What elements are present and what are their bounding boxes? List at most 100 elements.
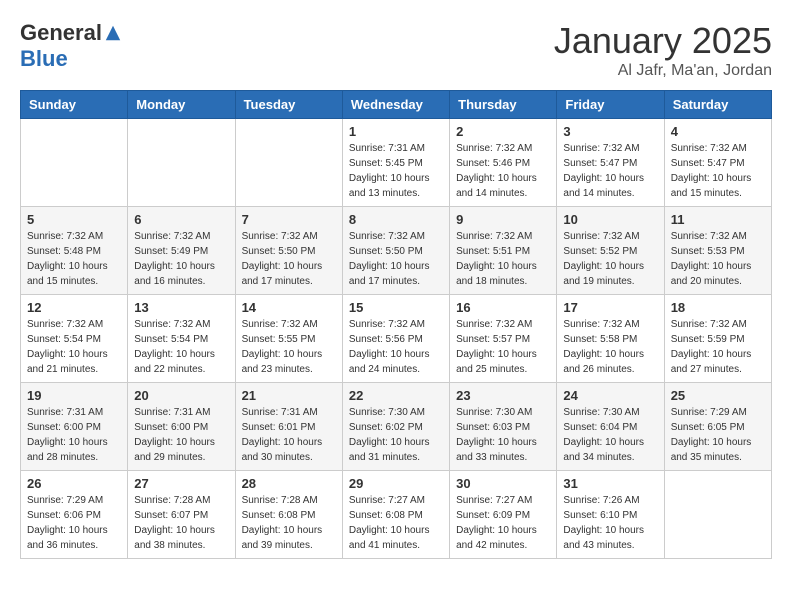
day-detail: Sunrise: 7:32 AM Sunset: 5:54 PM Dayligh… xyxy=(134,317,228,377)
day-detail: Sunrise: 7:32 AM Sunset: 5:51 PM Dayligh… xyxy=(456,229,550,289)
day-detail: Sunrise: 7:30 AM Sunset: 6:04 PM Dayligh… xyxy=(563,405,657,465)
header-monday: Monday xyxy=(128,91,235,119)
calendar-cell: 22Sunrise: 7:30 AM Sunset: 6:02 PM Dayli… xyxy=(342,383,449,471)
calendar-cell: 23 Sunrise: 7:30 AM Sunset: 6:03 PM Dayli… xyxy=(450,383,557,471)
day-number: 29 xyxy=(349,476,443,491)
day-detail: Sunrise: 7:29 AM Sunset: 6:05 PM Dayligh… xyxy=(671,405,765,465)
day-number: 13 xyxy=(134,300,228,315)
day-number: 5 xyxy=(27,212,121,227)
day-detail: Sunrise: 7:28 AM Sunset: 6:07 PM Dayligh… xyxy=(134,493,228,553)
day-detail: Sunrise: 7:31 AM Sunset: 5:45 PM Dayligh… xyxy=(349,141,443,201)
calendar-cell: 20 Sunrise: 7:31 AM Sunset: 6:00 PM Dayli… xyxy=(128,383,235,471)
day-number: 9 xyxy=(456,212,550,227)
page-header: General Blue January 2025 Al Jafr, Ma'an… xyxy=(20,20,772,80)
calendar-cell: 28 Sunrise: 7:28 AM Sunset: 6:08 PM Dayli… xyxy=(235,471,342,559)
calendar-cell: 24 Sunrise: 7:30 AM Sunset: 6:04 PM Dayli… xyxy=(557,383,664,471)
logo-blue-text: Blue xyxy=(20,46,68,72)
calendar-cell: 5 Sunrise: 7:32 AM Sunset: 5:48 PM Daylig… xyxy=(21,207,128,295)
calendar-cell: 2Sunrise: 7:32 AM Sunset: 5:46 PM Daylig… xyxy=(450,119,557,207)
day-detail: Sunrise: 7:32 AM Sunset: 5:56 PM Dayligh… xyxy=(349,317,443,377)
calendar-cell xyxy=(128,119,235,207)
header-tuesday: Tuesday xyxy=(235,91,342,119)
day-number: 24 xyxy=(563,388,657,403)
day-number: 3 xyxy=(563,124,657,139)
day-number: 20 xyxy=(134,388,228,403)
header-saturday: Saturday xyxy=(664,91,771,119)
day-detail: Sunrise: 7:32 AM Sunset: 5:47 PM Dayligh… xyxy=(563,141,657,201)
calendar-cell: 31 Sunrise: 7:26 AM Sunset: 6:10 PM Dayli… xyxy=(557,471,664,559)
day-detail: Sunrise: 7:26 AM Sunset: 6:10 PM Dayligh… xyxy=(563,493,657,553)
calendar-cell: 19Sunrise: 7:31 AM Sunset: 6:00 PM Dayli… xyxy=(21,383,128,471)
day-number: 16 xyxy=(456,300,550,315)
day-number: 23 xyxy=(456,388,550,403)
day-detail: Sunrise: 7:28 AM Sunset: 6:08 PM Dayligh… xyxy=(242,493,336,553)
day-number: 27 xyxy=(134,476,228,491)
day-detail: Sunrise: 7:31 AM Sunset: 6:01 PM Dayligh… xyxy=(242,405,336,465)
day-detail: Sunrise: 7:32 AM Sunset: 5:53 PM Dayligh… xyxy=(671,229,765,289)
day-number: 14 xyxy=(242,300,336,315)
calendar-cell: 12 Sunrise: 7:32 AM Sunset: 5:54 PM Dayli… xyxy=(21,295,128,383)
day-number: 15 xyxy=(349,300,443,315)
day-detail: Sunrise: 7:32 AM Sunset: 5:59 PM Dayligh… xyxy=(671,317,765,377)
calendar-cell: 10 Sunrise: 7:32 AM Sunset: 5:52 PM Dayli… xyxy=(557,207,664,295)
weekday-header-row: SundayMondayTuesdayWednesdayThursdayFrid… xyxy=(21,91,772,119)
day-detail: Sunrise: 7:32 AM Sunset: 5:50 PM Dayligh… xyxy=(242,229,336,289)
day-number: 6 xyxy=(134,212,228,227)
calendar-cell: 16 Sunrise: 7:32 AM Sunset: 5:57 PM Dayli… xyxy=(450,295,557,383)
day-detail: Sunrise: 7:27 AM Sunset: 6:09 PM Dayligh… xyxy=(456,493,550,553)
header-wednesday: Wednesday xyxy=(342,91,449,119)
calendar-cell: 29 Sunrise: 7:27 AM Sunset: 6:08 PM Dayli… xyxy=(342,471,449,559)
month-title: January 2025 xyxy=(554,20,772,62)
day-number: 8 xyxy=(349,212,443,227)
calendar-cell: 26 Sunrise: 7:29 AM Sunset: 6:06 PM Dayli… xyxy=(21,471,128,559)
header-thursday: Thursday xyxy=(450,91,557,119)
location-subtitle: Al Jafr, Ma'an, Jordan xyxy=(554,62,772,80)
day-detail: Sunrise: 7:31 AM Sunset: 6:00 PM Dayligh… xyxy=(134,405,228,465)
day-number: 30 xyxy=(456,476,550,491)
day-number: 19 xyxy=(27,388,121,403)
calendar-cell xyxy=(21,119,128,207)
day-detail: Sunrise: 7:32 AM Sunset: 5:54 PM Dayligh… xyxy=(27,317,121,377)
day-detail: Sunrise: 7:30 AM Sunset: 6:02 PM Dayligh… xyxy=(349,405,443,465)
calendar-cell: 9 Sunrise: 7:32 AM Sunset: 5:51 PM Daylig… xyxy=(450,207,557,295)
calendar-table: SundayMondayTuesdayWednesdayThursdayFrid… xyxy=(20,90,772,559)
calendar-cell: 4Sunrise: 7:32 AM Sunset: 5:47 PM Daylig… xyxy=(664,119,771,207)
day-number: 10 xyxy=(563,212,657,227)
calendar-cell: 15 Sunrise: 7:32 AM Sunset: 5:56 PM Dayli… xyxy=(342,295,449,383)
day-detail: Sunrise: 7:27 AM Sunset: 6:08 PM Dayligh… xyxy=(349,493,443,553)
logo-general-text: General xyxy=(20,20,102,46)
week-row-2: 5 Sunrise: 7:32 AM Sunset: 5:48 PM Daylig… xyxy=(21,207,772,295)
week-row-4: 19 Sunrise: 7:31 AM Sunset: 6:00 PM Dayli… xyxy=(21,383,772,471)
day-number: 7 xyxy=(242,212,336,227)
day-number: 26 xyxy=(27,476,121,491)
calendar-cell: 21Sunrise: 7:31 AM Sunset: 6:01 PM Dayli… xyxy=(235,383,342,471)
day-detail: Sunrise: 7:32 AM Sunset: 5:52 PM Dayligh… xyxy=(563,229,657,289)
calendar-cell: 11 Sunrise: 7:32 AM Sunset: 5:53 PM Dayli… xyxy=(664,207,771,295)
day-number: 17 xyxy=(563,300,657,315)
week-row-3: 12 Sunrise: 7:32 AM Sunset: 5:54 PM Dayli… xyxy=(21,295,772,383)
day-number: 31 xyxy=(563,476,657,491)
calendar-cell: 14Sunrise: 7:32 AM Sunset: 5:55 PM Dayli… xyxy=(235,295,342,383)
day-number: 12 xyxy=(27,300,121,315)
calendar-cell: 27 Sunrise: 7:28 AM Sunset: 6:07 PM Dayli… xyxy=(128,471,235,559)
day-detail: Sunrise: 7:29 AM Sunset: 6:06 PM Dayligh… xyxy=(27,493,121,553)
title-area: January 2025 Al Jafr, Ma'an, Jordan xyxy=(554,20,772,80)
calendar-cell: 1Sunrise: 7:31 AM Sunset: 5:45 PM Daylig… xyxy=(342,119,449,207)
header-friday: Friday xyxy=(557,91,664,119)
calendar-cell xyxy=(235,119,342,207)
day-detail: Sunrise: 7:32 AM Sunset: 5:46 PM Dayligh… xyxy=(456,141,550,201)
logo-icon xyxy=(104,24,122,42)
calendar-cell: 18 Sunrise: 7:32 AM Sunset: 5:59 PM Dayli… xyxy=(664,295,771,383)
day-number: 11 xyxy=(671,212,765,227)
day-number: 25 xyxy=(671,388,765,403)
day-detail: Sunrise: 7:32 AM Sunset: 5:49 PM Dayligh… xyxy=(134,229,228,289)
day-detail: Sunrise: 7:30 AM Sunset: 6:03 PM Dayligh… xyxy=(456,405,550,465)
day-number: 28 xyxy=(242,476,336,491)
day-detail: Sunrise: 7:32 AM Sunset: 5:57 PM Dayligh… xyxy=(456,317,550,377)
calendar-cell: 17Sunrise: 7:32 AM Sunset: 5:58 PM Dayli… xyxy=(557,295,664,383)
week-row-5: 26 Sunrise: 7:29 AM Sunset: 6:06 PM Dayli… xyxy=(21,471,772,559)
day-detail: Sunrise: 7:32 AM Sunset: 5:48 PM Dayligh… xyxy=(27,229,121,289)
day-number: 18 xyxy=(671,300,765,315)
day-detail: Sunrise: 7:32 AM Sunset: 5:50 PM Dayligh… xyxy=(349,229,443,289)
calendar-cell xyxy=(664,471,771,559)
